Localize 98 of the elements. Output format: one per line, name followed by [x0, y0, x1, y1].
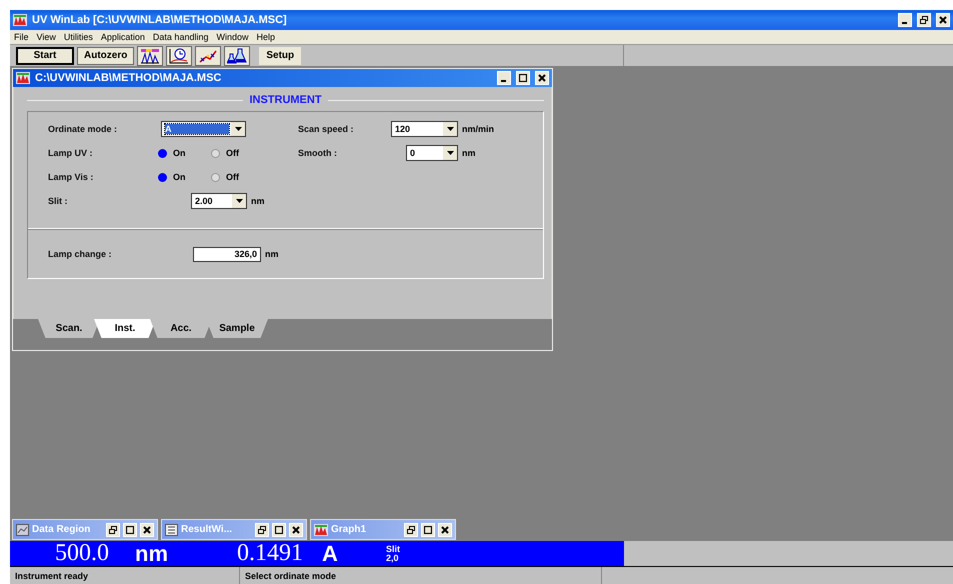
- toolbar-button[interactable]: [195, 46, 222, 66]
- toolbar-button[interactable]: Setup: [259, 46, 302, 64]
- lamp-change-field[interactable]: 326,0: [193, 246, 261, 262]
- restore-icon: [258, 526, 266, 534]
- maximize-icon: [126, 526, 134, 534]
- chart-window-icon: [16, 524, 29, 536]
- close-icon: [143, 526, 151, 534]
- caret-icon: [232, 194, 246, 208]
- spectrum-chart-icon: [140, 48, 160, 64]
- unit-label: nm: [462, 148, 476, 158]
- radio-label: On: [173, 172, 186, 182]
- field-label: Slit :: [48, 196, 68, 206]
- close-button[interactable]: [438, 522, 452, 536]
- maximize-button[interactable]: [421, 522, 435, 536]
- restore-button[interactable]: [106, 522, 120, 536]
- absorbance-unit: A: [322, 540, 339, 566]
- field-label: Smooth :: [298, 148, 338, 158]
- close-button[interactable]: [535, 71, 549, 85]
- unit-label: nm: [251, 196, 264, 206]
- maximize-button[interactable]: [123, 522, 137, 536]
- app-logo-icon: [13, 14, 27, 26]
- tab[interactable]: Sample: [206, 319, 268, 338]
- document-icon: [165, 524, 178, 536]
- toolbar-button[interactable]: [224, 46, 250, 66]
- caret-icon: [231, 122, 245, 136]
- radio-label: On: [173, 148, 186, 158]
- menu-item[interactable]: Help: [256, 32, 275, 42]
- toolbar-button[interactable]: [166, 46, 192, 66]
- toolbar-button[interactable]: Autozero: [77, 46, 134, 64]
- field-label: Lamp Vis :: [48, 172, 94, 182]
- minimize-button[interactable]: [898, 13, 912, 27]
- toolbar-button[interactable]: Start: [16, 46, 74, 64]
- close-icon: [538, 74, 546, 82]
- radio-option[interactable]: Off: [211, 172, 264, 182]
- toolbar-button[interactable]: [137, 46, 164, 66]
- status-text: Select ordinate mode: [240, 567, 602, 584]
- radio-button[interactable]: [211, 148, 220, 158]
- radio-button[interactable]: [158, 148, 167, 158]
- radio-label: Off: [226, 148, 239, 158]
- radio-button[interactable]: [158, 172, 167, 182]
- restore-button[interactable]: [404, 522, 418, 536]
- flasks-icon: [227, 48, 248, 64]
- unit-label: nm: [265, 249, 278, 259]
- method-icon: [16, 72, 30, 84]
- field-label: Lamp change :: [48, 249, 113, 259]
- radio-option[interactable]: Off: [211, 148, 264, 158]
- close-icon: [292, 526, 300, 534]
- menu-item[interactable]: Utilities: [64, 32, 93, 42]
- field-label: Ordinate mode :: [48, 124, 118, 134]
- minimized-window-title: Data Region: [32, 524, 92, 535]
- menu-item[interactable]: Data handling: [152, 32, 208, 42]
- section-title: INSTRUMENT: [249, 94, 322, 106]
- slit-dropdown[interactable]: 2.00: [191, 193, 247, 209]
- absorbance-reading: 0.1491: [237, 540, 304, 567]
- ordinate-mode-dropdown[interactable]: A: [161, 121, 246, 137]
- radio-label: Off: [226, 172, 239, 182]
- minimized-window-title: ResultWi...: [181, 524, 234, 535]
- close-button[interactable]: [289, 522, 303, 536]
- wavelength-unit: nm: [135, 540, 169, 566]
- maximize-button[interactable]: [516, 71, 530, 85]
- minimize-button[interactable]: [497, 71, 511, 85]
- slit-value: 2,0: [386, 554, 400, 562]
- menu-item[interactable]: View: [36, 32, 56, 42]
- window-title: UV WinLab [C:\UVWINLAB\METHOD\MAJA.MSC]: [32, 14, 288, 26]
- close-button[interactable]: [140, 522, 154, 536]
- close-button[interactable]: [936, 13, 950, 27]
- restore-icon: [407, 526, 415, 534]
- field-label: Lamp UV :: [48, 148, 94, 158]
- menu-item[interactable]: Application: [100, 32, 145, 42]
- restore-icon: [109, 526, 117, 534]
- radio-option[interactable]: On: [158, 148, 211, 158]
- menu-item[interactable]: Window: [216, 32, 248, 42]
- field-label: Scan speed :: [298, 124, 355, 134]
- smooth-dropdown[interactable]: 0: [406, 145, 458, 161]
- caret-icon: [443, 146, 457, 160]
- close-icon: [939, 16, 947, 24]
- caret-icon: [443, 122, 457, 136]
- maximize-button[interactable]: [272, 522, 286, 536]
- line-chart-icon: [198, 48, 218, 64]
- menu-item[interactable]: File: [14, 32, 29, 42]
- restore-button[interactable]: [917, 13, 931, 27]
- close-icon: [441, 526, 449, 534]
- status-text: Instrument ready: [10, 567, 240, 584]
- maximize-icon: [275, 526, 283, 534]
- radio-button[interactable]: [211, 172, 220, 182]
- spectrum-window-icon: [314, 524, 328, 536]
- minimized-window-title: Graph1: [331, 524, 368, 535]
- restore-icon: [920, 16, 928, 24]
- clock-chart-icon: [169, 48, 190, 64]
- maximize-icon: [519, 74, 527, 82]
- wavelength-reading: 500.0: [55, 540, 110, 567]
- scan-speed-dropdown[interactable]: 120: [391, 121, 458, 137]
- unit-label: nm/min: [462, 124, 494, 134]
- slit-label: Slit: [386, 544, 400, 554]
- maximize-icon: [424, 526, 432, 534]
- child-window-title: C:\UVWINLAB\METHOD\MAJA.MSC: [35, 72, 222, 84]
- restore-button[interactable]: [255, 522, 269, 536]
- radio-option[interactable]: On: [158, 172, 211, 182]
